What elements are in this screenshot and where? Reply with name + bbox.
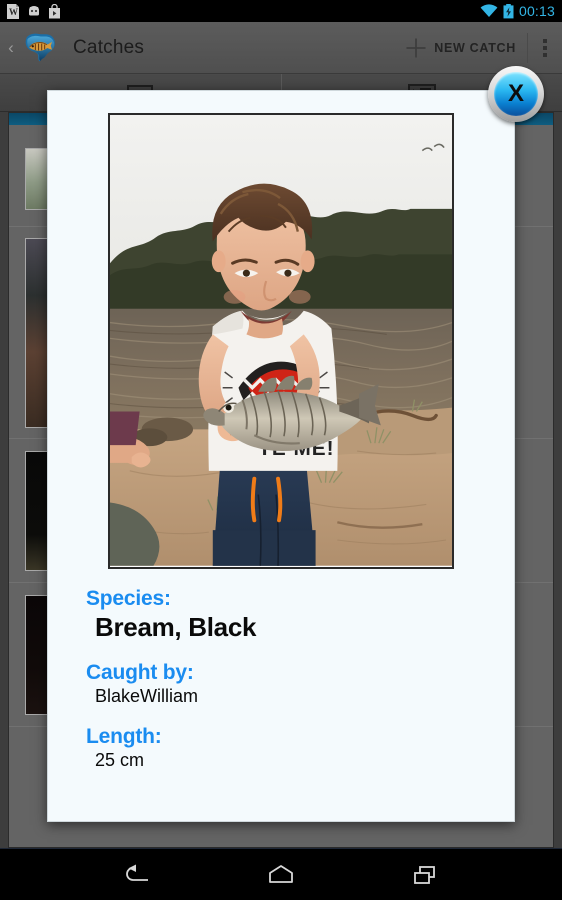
new-catch-button[interactable]: NEW CATCH	[397, 22, 527, 73]
back-arrow-icon	[126, 864, 148, 881]
svg-text:W: W	[9, 7, 18, 17]
status-bar-notifications: W	[0, 3, 61, 19]
close-button-face: X	[494, 72, 538, 116]
detail-caught-by: Caught by: BlakeWilliam	[68, 661, 494, 707]
android-robot-icon	[29, 6, 39, 16]
nav-home-button[interactable]	[257, 856, 305, 894]
status-bar: W 00:13	[0, 0, 562, 22]
overflow-menu-icon[interactable]	[528, 22, 562, 73]
close-icon: X	[507, 79, 524, 107]
play-store-icon	[49, 3, 60, 18]
catch-detail-dialog: TE ME!	[47, 90, 515, 822]
nav-recents-button[interactable]	[401, 856, 449, 894]
plus-icon	[406, 38, 426, 57]
status-bar-system-icons: 00:13	[480, 3, 562, 19]
device-screen: W 00:13 ‹ Catches NEW CATCH Species: Bre…	[0, 0, 562, 900]
australia-fish-logo-icon	[25, 33, 55, 61]
catch-photo-frame: TE ME!	[108, 113, 454, 569]
detail-label: Length:	[86, 725, 162, 748]
home-icon	[269, 864, 293, 883]
android-navigation-bar	[0, 848, 562, 900]
wifi-icon	[480, 4, 498, 17]
detail-label: Caught by:	[86, 661, 194, 684]
recent-apps-icon	[414, 865, 435, 884]
detail-label: Species:	[86, 587, 171, 610]
page-title: Catches	[73, 36, 145, 58]
detail-species: Species: Bream, Black	[68, 587, 494, 643]
battery-charging-icon	[503, 3, 514, 18]
word-document-icon: W	[7, 3, 19, 19]
action-bar: ‹ Catches NEW CATCH	[0, 22, 562, 74]
detail-length: Length: 25 cm	[68, 725, 494, 771]
catch-photo: TE ME!	[110, 115, 452, 566]
close-dialog-button[interactable]: X	[488, 66, 544, 122]
new-catch-label: NEW CATCH	[434, 40, 516, 55]
status-bar-clock: 00:13	[518, 3, 555, 19]
detail-value: BlakeWilliam	[95, 686, 199, 706]
detail-value: 25 cm	[95, 750, 145, 770]
detail-value: Bream, Black	[95, 612, 257, 642]
catch-detail-scroll[interactable]: TE ME!	[48, 91, 514, 821]
nav-back-button[interactable]	[113, 856, 161, 894]
